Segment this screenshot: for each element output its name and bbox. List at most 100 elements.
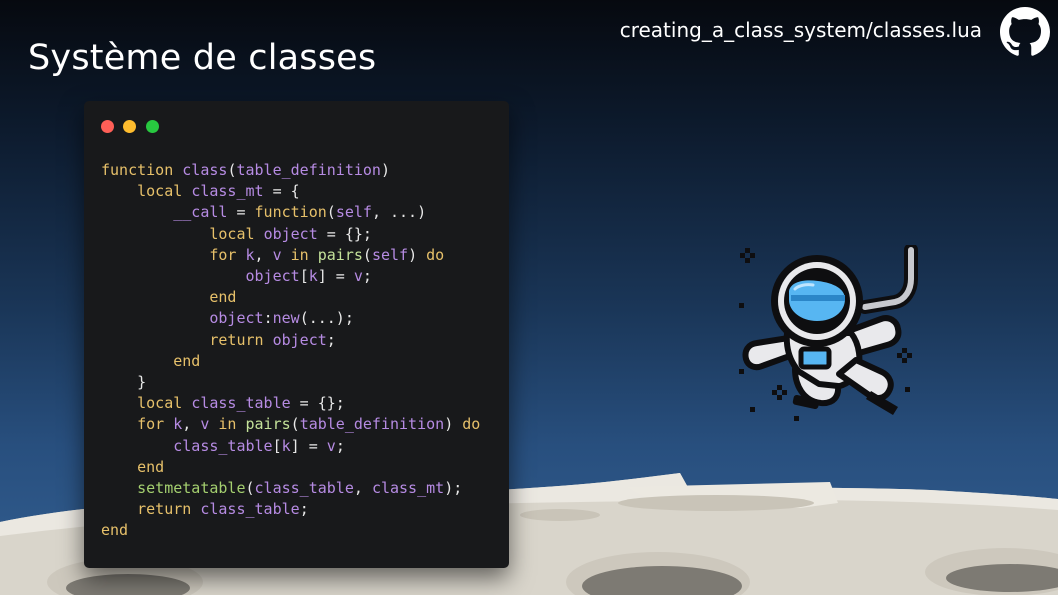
close-dot-icon	[101, 120, 114, 133]
code-token: k	[308, 267, 318, 286]
code-token: k	[173, 415, 183, 434]
code-token: for	[137, 415, 174, 434]
code-line: class_table[k] = v;	[101, 437, 345, 455]
code-token: (	[362, 245, 372, 264]
code-block: function class(table_definition) local c…	[101, 160, 480, 542]
code-line: end	[101, 458, 164, 476]
code-token: class_table	[200, 500, 300, 519]
github-icon[interactable]	[1000, 7, 1050, 57]
code-token: __call	[173, 203, 228, 222]
code-token: object	[263, 224, 318, 243]
file-path-link[interactable]: creating_a_class_system/classes.lua	[620, 18, 982, 42]
code-token: object	[245, 267, 300, 286]
code-token: pairs	[317, 245, 363, 264]
code-token: object	[272, 330, 327, 349]
code-token: end	[209, 288, 237, 307]
code-line: return object;	[101, 330, 336, 349]
code-token: ] =	[317, 267, 354, 286]
code-token: end	[137, 457, 165, 476]
code-token: );	[444, 479, 463, 498]
code-token: v	[272, 245, 282, 264]
code-token: class	[182, 161, 228, 179]
code-line: }	[101, 373, 146, 391]
code-token: table_definition	[236, 161, 381, 179]
code-token: self	[335, 203, 372, 222]
astronaut-illustration	[739, 245, 918, 421]
code-token: class_table	[254, 479, 354, 498]
code-line: local class_table = {};	[101, 394, 345, 412]
code-token: (	[326, 203, 336, 222]
code-token: )	[444, 415, 463, 434]
code-token: in	[281, 245, 318, 264]
code-line: setmetatable(class_table, class_mt);	[101, 479, 462, 497]
code-token: }	[101, 373, 147, 392]
code-token: end	[173, 351, 201, 370]
code-token: (	[290, 415, 300, 434]
code-token: ;	[362, 267, 372, 286]
code-token: do	[426, 245, 445, 264]
code-token: do	[462, 415, 481, 434]
code-token: = {};	[290, 394, 345, 413]
code-line: function class(table_definition)	[101, 161, 390, 179]
code-line: for k, v in pairs(table_definition) do	[101, 415, 480, 433]
code-line: local object = {};	[101, 225, 372, 243]
code-line: object[k] = v;	[101, 267, 372, 285]
code-token: = {};	[317, 224, 372, 243]
code-token: function	[254, 203, 327, 222]
code-token: return	[209, 330, 273, 349]
code-token: [	[299, 267, 309, 286]
code-token: local	[137, 182, 192, 201]
code-token: function	[101, 161, 183, 179]
code-line: object:new(...);	[101, 309, 354, 327]
code-token: for	[209, 245, 246, 264]
code-token: ] =	[290, 436, 327, 455]
slide-background: Système de classes creating_a_class_syst…	[0, 0, 1058, 595]
code-line: for k, v in pairs(self) do	[101, 246, 444, 264]
code-token: = {	[263, 182, 300, 201]
code-line: end	[101, 521, 128, 539]
code-token: ,	[254, 245, 273, 264]
code-line: end	[101, 288, 236, 306]
code-token: return	[137, 500, 201, 519]
code-token: , ...)	[371, 203, 427, 222]
code-token: k	[281, 436, 291, 455]
code-token: (	[245, 479, 255, 498]
maximize-dot-icon	[146, 120, 159, 133]
code-token: setmetatable	[137, 479, 246, 498]
code-window: function class(table_definition) local c…	[84, 101, 509, 568]
code-token: k	[245, 245, 255, 264]
code-token: class_table	[191, 394, 291, 413]
code-line: local class_mt = {	[101, 182, 300, 200]
code-token: ,	[353, 479, 372, 498]
code-token: ,	[182, 415, 201, 434]
code-token: table_definition	[299, 415, 445, 434]
code-line: end	[101, 352, 200, 370]
code-token: in	[209, 415, 246, 434]
code-token: local	[137, 394, 192, 413]
minimize-dot-icon	[123, 120, 136, 133]
code-token: class_table	[173, 436, 273, 455]
code-token: [	[272, 436, 282, 455]
code-token: ;	[326, 330, 336, 349]
code-token: ;	[335, 436, 345, 455]
code-token: object	[209, 309, 264, 328]
code-token: end	[101, 521, 129, 540]
code-token: )	[408, 245, 427, 264]
code-token: class_mt	[371, 479, 445, 498]
code-token: v	[353, 267, 363, 286]
code-token: class_mt	[191, 182, 264, 201]
